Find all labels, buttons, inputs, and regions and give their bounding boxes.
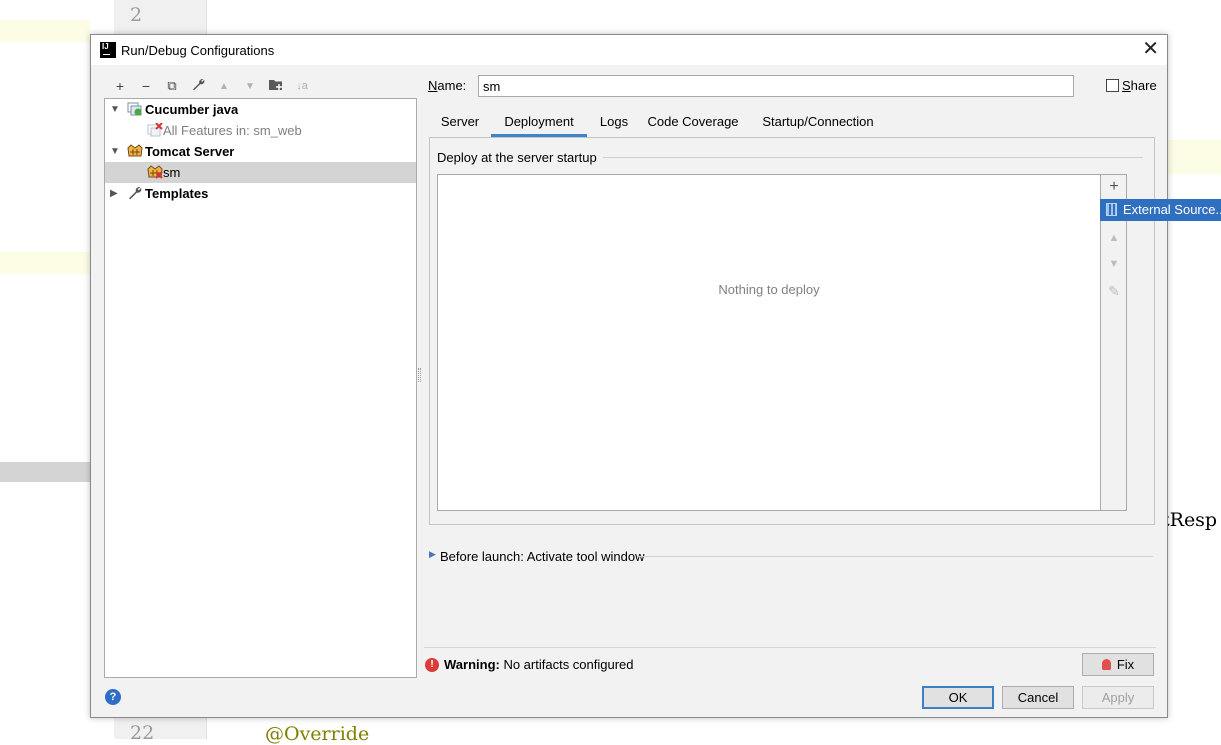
tab-startup-connection[interactable]: Startup/Connection xyxy=(758,113,878,137)
tree-item-tomcat-server[interactable]: ▼ Tomcat Server xyxy=(105,141,416,162)
edit-icon[interactable]: ✎ xyxy=(1101,283,1127,300)
config-tree: ▼ Cucumber java All Features in: sm_web … xyxy=(104,98,417,678)
share-label-rest: hare xyxy=(1130,78,1157,93)
cucumber-icon xyxy=(127,102,143,117)
editor-highlight-line xyxy=(0,252,90,274)
fix-button-label: Fix xyxy=(1116,657,1135,672)
tab-deployment[interactable]: Deployment xyxy=(491,113,587,137)
run-debug-dialog: IJ Run/Debug Configurations ✕ + − ⧉ ▲ ▼ … xyxy=(90,34,1168,718)
editor-line-number: 2 xyxy=(130,4,143,26)
add-icon[interactable]: + xyxy=(1101,178,1127,196)
editor-code-annotation: @Override xyxy=(265,723,370,745)
tab-logs[interactable]: Logs xyxy=(593,113,635,137)
fix-button[interactable]: Fix xyxy=(1082,653,1154,676)
tree-item-label: Templates xyxy=(145,186,209,201)
move-down-icon[interactable]: ▼ xyxy=(237,81,263,92)
tree-item-cucumber-java[interactable]: ▼ Cucumber java xyxy=(105,99,416,120)
tomcat-icon xyxy=(147,165,163,180)
apply-button[interactable]: Apply xyxy=(1082,686,1154,709)
splitter-handle[interactable] xyxy=(418,368,421,382)
move-down-icon[interactable]: ▼ xyxy=(1101,258,1127,270)
config-toolbar: + − ⧉ ▲ ▼ ↓a xyxy=(107,77,315,95)
wrench-icon[interactable] xyxy=(185,78,211,94)
help-icon[interactable]: ? xyxy=(105,689,121,705)
intellij-icon: IJ xyxy=(100,42,116,58)
sort-icon[interactable]: ↓a xyxy=(289,80,315,92)
tab-server[interactable]: Server xyxy=(433,113,487,137)
name-field[interactable] xyxy=(478,75,1074,97)
lightbulb-icon xyxy=(1101,659,1111,670)
move-up-icon[interactable]: ▲ xyxy=(211,81,237,92)
editor-line-number: 22 xyxy=(130,722,155,744)
close-icon[interactable]: ✕ xyxy=(1142,39,1159,59)
chevron-down-icon[interactable]: ▼ xyxy=(110,141,120,162)
cancel-button[interactable]: Cancel xyxy=(1002,686,1074,709)
external-source-menu-item[interactable]: External Source... xyxy=(1100,199,1221,221)
chevron-right-icon[interactable]: ▶ xyxy=(110,183,118,204)
editor-scroll-marker xyxy=(0,462,90,482)
name-label: Name: xyxy=(428,78,467,93)
add-icon[interactable]: + xyxy=(107,78,133,94)
external-source-label: External Source... xyxy=(1123,202,1221,217)
cucumber-error-icon xyxy=(147,122,163,138)
before-launch-separator xyxy=(637,556,1153,557)
warning-prefix: Warning: xyxy=(444,657,500,672)
library-icon xyxy=(1106,203,1117,216)
tree-item-all-features[interactable]: All Features in: sm_web xyxy=(105,120,416,141)
tomcat-icon xyxy=(127,144,143,159)
new-folder-icon[interactable] xyxy=(263,78,289,94)
deploy-group-title: Deploy at the server startup xyxy=(437,150,603,165)
chevron-down-icon[interactable]: ▼ xyxy=(110,99,120,120)
tree-item-label: sm xyxy=(163,165,181,180)
tree-item-label: Cucumber java xyxy=(145,102,239,117)
chevron-right-icon[interactable]: ▶ xyxy=(429,549,436,560)
dialog-titlebar: IJ Run/Debug Configurations ✕ xyxy=(91,35,1167,65)
copy-icon[interactable]: ⧉ xyxy=(159,78,185,94)
tree-item-sm[interactable]: sm xyxy=(105,162,416,183)
deploy-list[interactable]: Nothing to deploy xyxy=(437,174,1101,511)
wrench-icon xyxy=(127,186,143,201)
tab-code-coverage[interactable]: Code Coverage xyxy=(643,113,743,137)
editor-highlight-line xyxy=(0,20,90,42)
tree-item-label: Tomcat Server xyxy=(145,144,235,159)
name-label-rest: ame: xyxy=(437,78,467,93)
share-checkbox[interactable] xyxy=(1106,79,1119,92)
warning-text: No artifacts configured xyxy=(499,657,634,672)
dialog-title: Run/Debug Configurations xyxy=(121,43,275,58)
remove-icon[interactable]: − xyxy=(133,78,159,94)
group-separator xyxy=(581,157,1143,158)
ok-button[interactable]: OK xyxy=(922,686,994,709)
before-launch-label[interactable]: Before launch: Activate tool window xyxy=(440,549,645,564)
editor-highlight-line xyxy=(1168,140,1221,174)
tree-item-label: All Features in: sm_web xyxy=(163,123,302,138)
error-icon: ! xyxy=(425,658,439,672)
deploy-list-toolbar: + ▲ ▼ ✎ xyxy=(1101,174,1127,511)
warning-separator xyxy=(424,647,1156,648)
empty-state-text: Nothing to deploy xyxy=(718,282,820,297)
move-up-icon[interactable]: ▲ xyxy=(1101,232,1127,244)
editor-code-fragment: tResp xyxy=(1162,509,1218,531)
tree-item-templates[interactable]: ▶ Templates xyxy=(105,183,416,204)
warning-message: Warning: No artifacts configured xyxy=(444,657,634,672)
share-label[interactable]: Share xyxy=(1122,78,1157,93)
